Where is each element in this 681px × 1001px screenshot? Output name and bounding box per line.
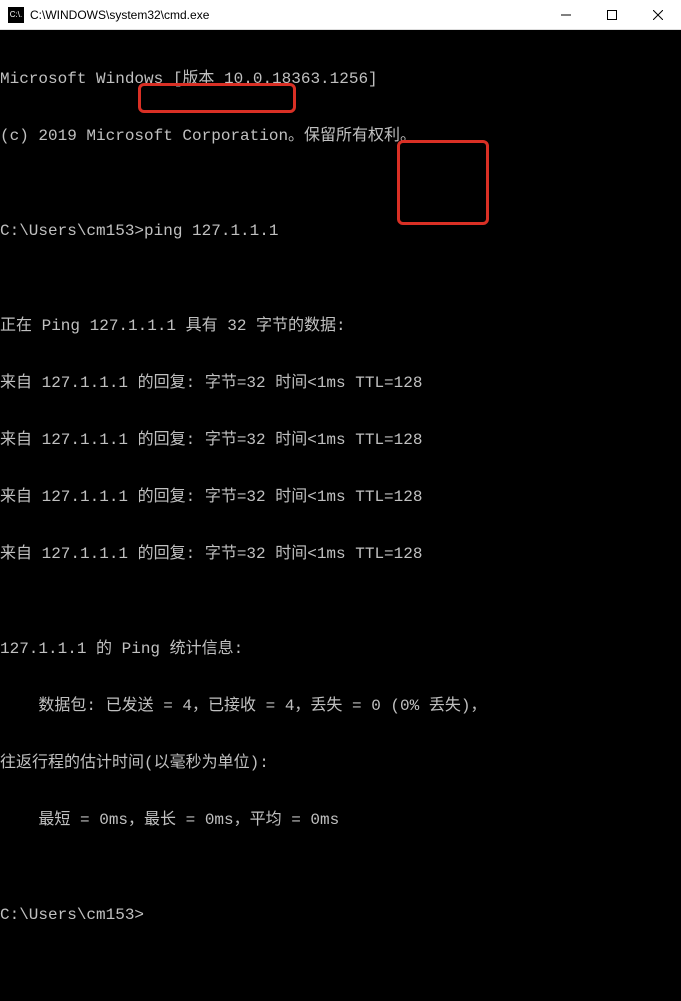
terminal-line: 往返行程的估计时间(以毫秒为单位): xyxy=(0,754,681,773)
terminal-line: C:\Users\cm153>ping 127.1.1.1 xyxy=(0,222,681,241)
terminal-line: C:\Users\cm153> xyxy=(0,906,681,925)
terminal-line: 来自 127.1.1.1 的回复: 字节=32 时间<1ms TTL=128 xyxy=(0,545,681,564)
highlight-ttl xyxy=(397,140,489,225)
window-controls xyxy=(543,0,681,29)
terminal-line: 来自 127.1.1.1 的回复: 字节=32 时间<1ms TTL=128 xyxy=(0,374,681,393)
terminal-line: (c) 2019 Microsoft Corporation。保留所有权利。 xyxy=(0,127,681,146)
minimize-button[interactable] xyxy=(543,0,589,29)
terminal-line: 来自 127.1.1.1 的回复: 字节=32 时间<1ms TTL=128 xyxy=(0,488,681,507)
terminal-line: 数据包: 已发送 = 4，已接收 = 4，丢失 = 0 (0% 丢失)， xyxy=(0,697,681,716)
cmd-icon: C:\. xyxy=(8,7,24,23)
terminal-line: 来自 127.1.1.1 的回复: 字节=32 时间<1ms TTL=128 xyxy=(0,431,681,450)
maximize-button[interactable] xyxy=(589,0,635,29)
terminal-line: Microsoft Windows [版本 10.0.18363.1256] xyxy=(0,70,681,89)
window-titlebar: C:\. C:\WINDOWS\system32\cmd.exe xyxy=(0,0,681,30)
window-title: C:\WINDOWS\system32\cmd.exe xyxy=(30,8,543,22)
terminal-line: 最短 = 0ms，最长 = 0ms，平均 = 0ms xyxy=(0,811,681,830)
terminal-line: 正在 Ping 127.1.1.1 具有 32 字节的数据: xyxy=(0,317,681,336)
terminal-line: 127.1.1.1 的 Ping 统计信息: xyxy=(0,640,681,659)
terminal-output[interactable]: Microsoft Windows [版本 10.0.18363.1256] (… xyxy=(0,30,681,515)
close-button[interactable] xyxy=(635,0,681,29)
